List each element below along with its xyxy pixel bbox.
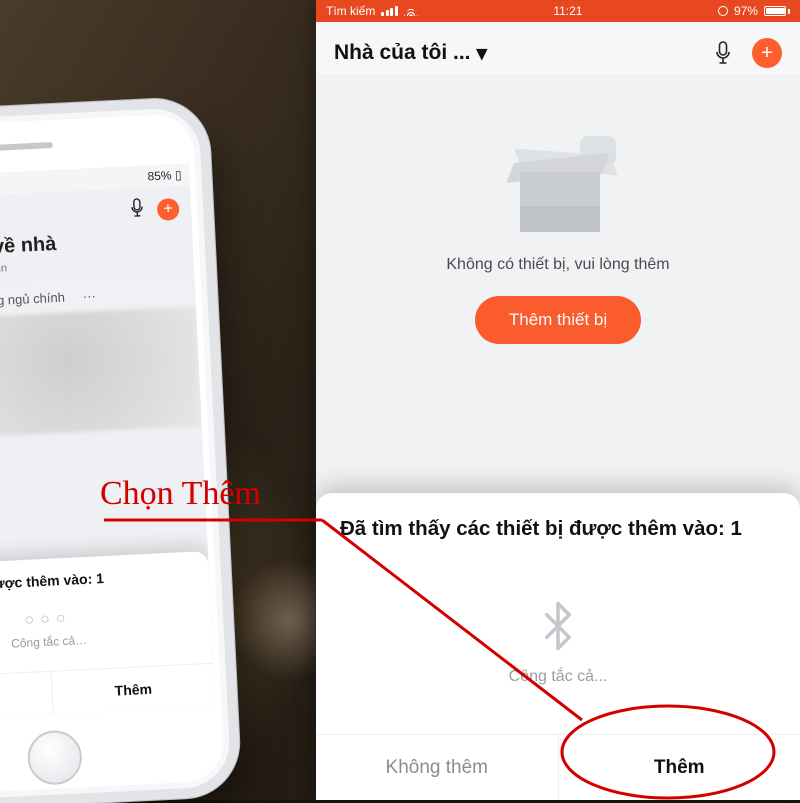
sheet-title: Đã tìm thấy các thiết bị được thêm vào: …	[340, 515, 776, 543]
add-button[interactable]: Thêm	[51, 664, 215, 715]
device-caption: Công tắc cả...	[340, 668, 776, 686]
left-phone-mockup: 14:31 85% ▯ :Home ▾ + o mừng trở v	[0, 107, 231, 803]
add-button[interactable]: Thêm	[559, 735, 800, 800]
app-header: Nhà của tôi ... ▾ +	[316, 22, 800, 74]
home-dropdown[interactable]: Nhà của tôi ... ▾	[334, 41, 487, 66]
mic-icon[interactable]	[714, 41, 732, 65]
bluetooth-icon	[340, 599, 776, 658]
add-button-icon[interactable]: +	[752, 38, 782, 68]
left-phone-screen: 14:31 85% ▯ :Home ▾ + o mừng trở v	[0, 163, 216, 722]
chevron-down-icon: ▾	[477, 41, 488, 66]
battery-icon	[764, 6, 790, 16]
signal-icon	[381, 6, 398, 16]
room-tab[interactable]: Phòng ngủ chính	[0, 290, 65, 310]
wifi-icon	[404, 6, 418, 16]
found-devices-sheet: y các thiết bị được thêm vào: 1 ○○○ Công…	[0, 551, 216, 723]
battery-percent: 97%	[734, 4, 758, 18]
mic-icon[interactable]	[129, 198, 146, 224]
right-screenshot: Tìm kiếm 11:21 97% Nhà của tôi ... ▾ +	[316, 0, 800, 800]
status-bar: Tìm kiếm 11:21 97%	[316, 0, 800, 22]
status-time: 11:21	[553, 4, 582, 18]
status-battery: 85% ▯	[147, 168, 182, 184]
sheet-title: y các thiết bị được thêm vào: 1	[0, 566, 195, 597]
alarm-icon	[718, 6, 728, 16]
dont-add-button[interactable]: Không thêm	[316, 735, 559, 800]
dont-add-button[interactable]: ông thêm	[0, 672, 53, 723]
device-caption: Công tắc cả…	[0, 628, 198, 657]
room-tab-more[interactable]: ···	[82, 288, 96, 304]
carrier-text: Tìm kiếm	[326, 4, 375, 18]
found-devices-sheet: Đã tìm thấy các thiết bị được thêm vào: …	[316, 493, 800, 800]
plus-icon[interactable]: +	[157, 197, 180, 220]
assistive-touch-blur	[0, 306, 202, 442]
